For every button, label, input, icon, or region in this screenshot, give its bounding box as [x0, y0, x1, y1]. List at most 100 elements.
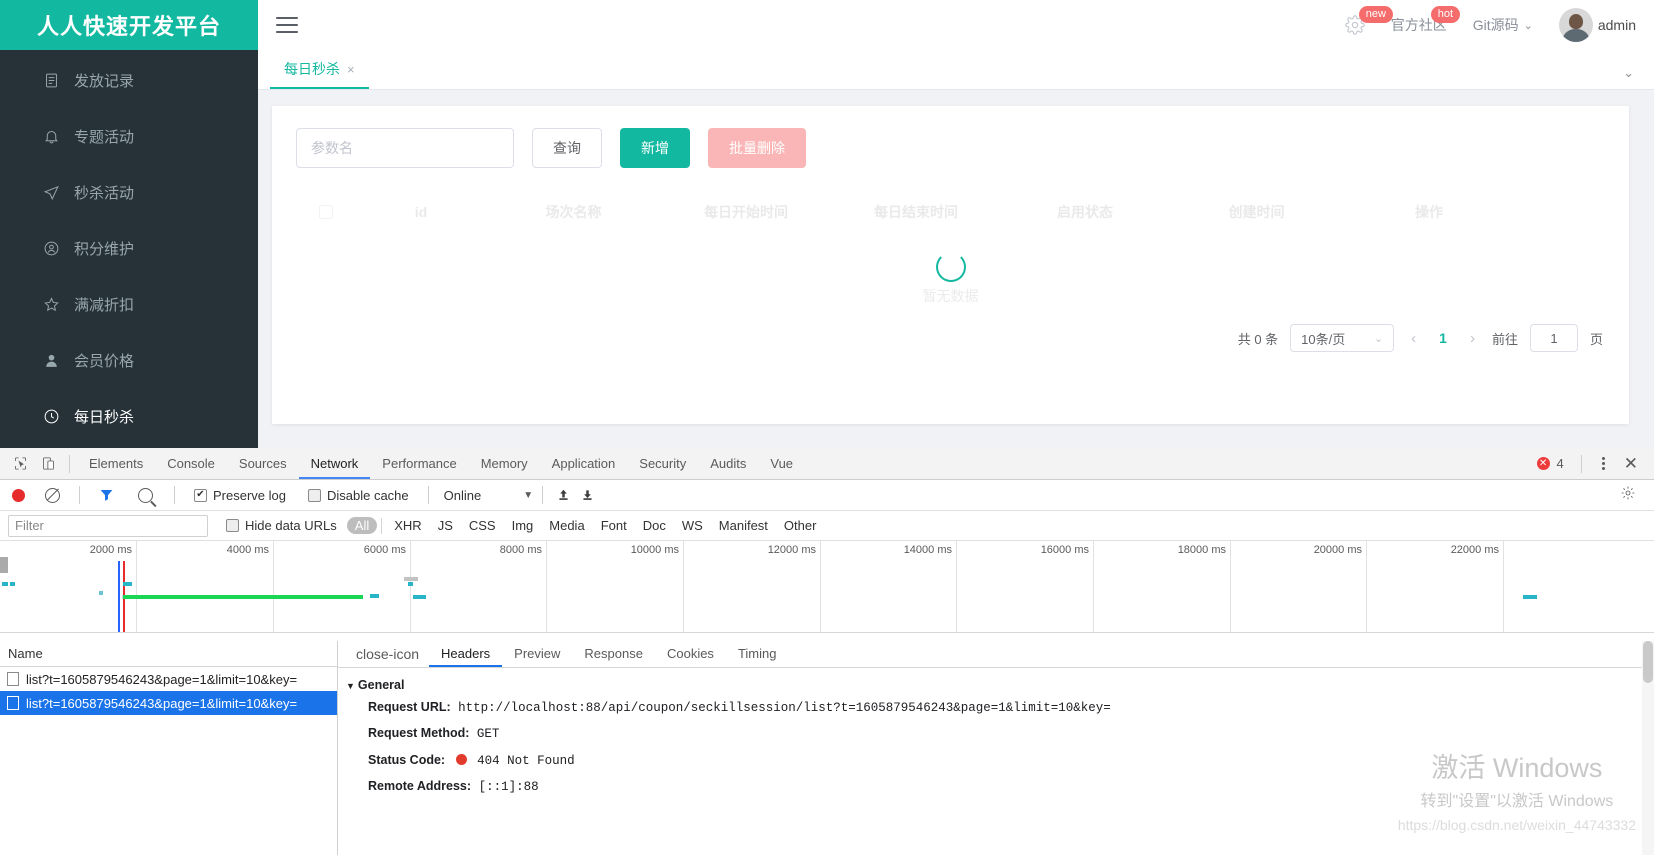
filter-type-js[interactable]: JS: [430, 517, 461, 534]
devtools-tab-application[interactable]: Application: [540, 448, 628, 479]
timeline-bar: [123, 582, 132, 586]
devtools-tab-network[interactable]: Network: [298, 448, 371, 479]
empty-text: 暂无数据: [922, 288, 979, 304]
close-icon[interactable]: close-icon: [346, 646, 429, 662]
preserve-log-label: Preserve log: [213, 487, 286, 503]
timeline-tick-14000: 14000 ms: [903, 544, 952, 556]
sidebar: 人人快速开发平台 发放记录 专题活动 秒杀活动 积分维护 满减折扣 会员价格 每…: [0, 0, 258, 448]
page-number-1[interactable]: 1: [1433, 330, 1453, 346]
download-icon[interactable]: [576, 485, 598, 505]
tab-meirimiaosha[interactable]: 每日秒杀 ×: [270, 51, 369, 89]
filter-type-img[interactable]: Img: [504, 517, 542, 534]
network-filter-bar: Hide data URLs All XHR JS CSS Img Media …: [0, 511, 1654, 541]
field-request-method: Request Method: GET: [368, 725, 1654, 742]
upload-icon[interactable]: [552, 485, 574, 505]
filter-type-media[interactable]: Media: [541, 517, 592, 534]
detail-tab-preview[interactable]: Preview: [502, 641, 572, 667]
throttling-select[interactable]: Online: [444, 488, 482, 503]
devtools-tab-audits[interactable]: Audits: [698, 448, 758, 479]
next-page-button[interactable]: ›: [1465, 330, 1480, 347]
user-menu[interactable]: admin: [1558, 8, 1636, 42]
divider: [542, 486, 544, 504]
sidebar-item-fafangjilu[interactable]: 发放记录: [0, 52, 258, 108]
batch-delete-button[interactable]: 批量删除: [708, 128, 806, 168]
sidebar-item-huiyuanjiage[interactable]: 会员价格: [0, 332, 258, 388]
close-icon[interactable]: ✕: [1618, 454, 1644, 474]
jump-page-input[interactable]: [1529, 324, 1578, 352]
sidebar-item-meirimiaosha[interactable]: 每日秒杀: [0, 388, 258, 444]
field-value: http://localhost:88/api/coupon/seckillse…: [458, 701, 1111, 715]
request-list-header[interactable]: Name: [0, 641, 337, 667]
git-source-dropdown[interactable]: Git源码 ⌄: [1473, 15, 1533, 35]
clear-icon[interactable]: [45, 487, 60, 503]
timeline-tick-12000: 12000 ms: [767, 544, 816, 556]
status-error-icon: [455, 753, 467, 765]
preserve-log-checkbox[interactable]: Preserve log: [194, 488, 286, 503]
page-size-select[interactable]: 10条/页 ⌄: [1290, 324, 1395, 352]
timeline-tick-6000: 6000 ms: [363, 544, 406, 556]
funnel-icon[interactable]: [99, 488, 114, 502]
headers-body: ▼ General Request URL: http://localhost:8…: [338, 668, 1654, 855]
chevron-down-icon[interactable]: ▼: [523, 490, 533, 501]
kebab-menu-icon[interactable]: [1593, 457, 1614, 470]
git-source-label: Git源码: [1472, 17, 1519, 33]
query-button[interactable]: 查询: [532, 128, 602, 168]
devtools-tab-elements[interactable]: Elements: [77, 448, 155, 479]
devtools-tab-console[interactable]: Console: [155, 448, 227, 479]
inspect-cursor-icon[interactable]: [6, 451, 34, 477]
sidebar-item-manjianzhekou[interactable]: 满减折扣: [0, 276, 258, 332]
prev-page-button[interactable]: ‹: [1406, 330, 1421, 347]
filter-type-xhr[interactable]: XHR: [386, 517, 429, 534]
hide-data-urls-checkbox[interactable]: Hide data URLs: [226, 518, 337, 533]
filter-type-doc[interactable]: Doc: [635, 517, 674, 534]
detail-tab-timing[interactable]: Timing: [726, 641, 789, 667]
network-overview-timeline[interactable]: 2000 ms 4000 ms 6000 ms 8000 ms 10000 ms…: [0, 541, 1654, 633]
triangle-down-icon: ▼: [346, 681, 355, 691]
select-all-checkbox[interactable]: [296, 204, 356, 219]
devtools-tab-sources[interactable]: Sources: [227, 448, 299, 479]
detail-tab-cookies[interactable]: Cookies: [655, 641, 726, 667]
sidebar-item-zhuantihuodong[interactable]: 专题活动: [0, 108, 258, 164]
devtools-tab-security[interactable]: Security: [627, 448, 698, 479]
tabs-collapse-icon[interactable]: ⌄: [1623, 65, 1654, 89]
device-toolbar-icon[interactable]: [34, 451, 62, 477]
user-name: admin: [1597, 17, 1636, 33]
record-button[interactable]: [12, 488, 25, 502]
filter-input[interactable]: [8, 514, 208, 537]
search-icon[interactable]: [138, 487, 153, 503]
network-toolbar: Preserve log Disable cache Online ▼: [0, 480, 1654, 511]
add-button[interactable]: 新增: [620, 128, 690, 168]
search-input[interactable]: [296, 128, 514, 168]
detail-tab-response[interactable]: Response: [572, 641, 655, 667]
filter-type-all[interactable]: All: [346, 517, 378, 534]
disable-cache-checkbox[interactable]: Disable cache: [307, 488, 409, 503]
general-section-title[interactable]: ▼ General: [346, 678, 1654, 692]
network-settings-gear-icon[interactable]: [1620, 485, 1646, 506]
page-size-value: 10条/页: [1301, 331, 1346, 347]
sidebar-item-miaoshahuodong[interactable]: 秒杀活动: [0, 164, 258, 220]
filter-type-ws[interactable]: WS: [674, 517, 711, 534]
hamburger-icon[interactable]: [276, 17, 298, 33]
settings-button[interactable]: new: [1345, 6, 1393, 35]
tab-close-icon[interactable]: ×: [347, 62, 355, 77]
scrollbar-thumb[interactable]: [1643, 641, 1653, 683]
content-tab-bar: 每日秒杀 × ⌄: [258, 50, 1654, 90]
filter-type-css[interactable]: CSS: [461, 517, 504, 534]
column-end-time: 每日结束时间: [874, 203, 958, 220]
list-item[interactable]: list?t=1605879546243&page=1&limit=10&key…: [0, 667, 337, 691]
network-bottom-pane: Name list?t=1605879546243&page=1&limit=1…: [0, 641, 1654, 855]
chevron-down-icon: ⌄: [1373, 332, 1384, 345]
error-icon[interactable]: ✕: [1536, 457, 1550, 470]
devtools-tab-vue[interactable]: Vue: [758, 448, 805, 479]
devtools-tab-performance[interactable]: Performance: [370, 448, 468, 479]
devtools-tab-memory[interactable]: Memory: [469, 448, 540, 479]
detail-tab-headers[interactable]: Headers: [429, 641, 503, 667]
detail-scrollbar[interactable]: [1642, 641, 1654, 855]
list-item[interactable]: list?t=1605879546243&page=1&limit=10&key…: [0, 691, 337, 715]
filter-type-other[interactable]: Other: [776, 517, 825, 534]
community-link[interactable]: 官方社区 hot: [1391, 6, 1461, 35]
filter-type-font[interactable]: Font: [593, 517, 635, 534]
sidebar-item-jifenweihu[interactable]: 积分维护: [0, 220, 258, 276]
filter-type-manifest[interactable]: Manifest: [711, 517, 776, 534]
divider: [381, 517, 383, 534]
